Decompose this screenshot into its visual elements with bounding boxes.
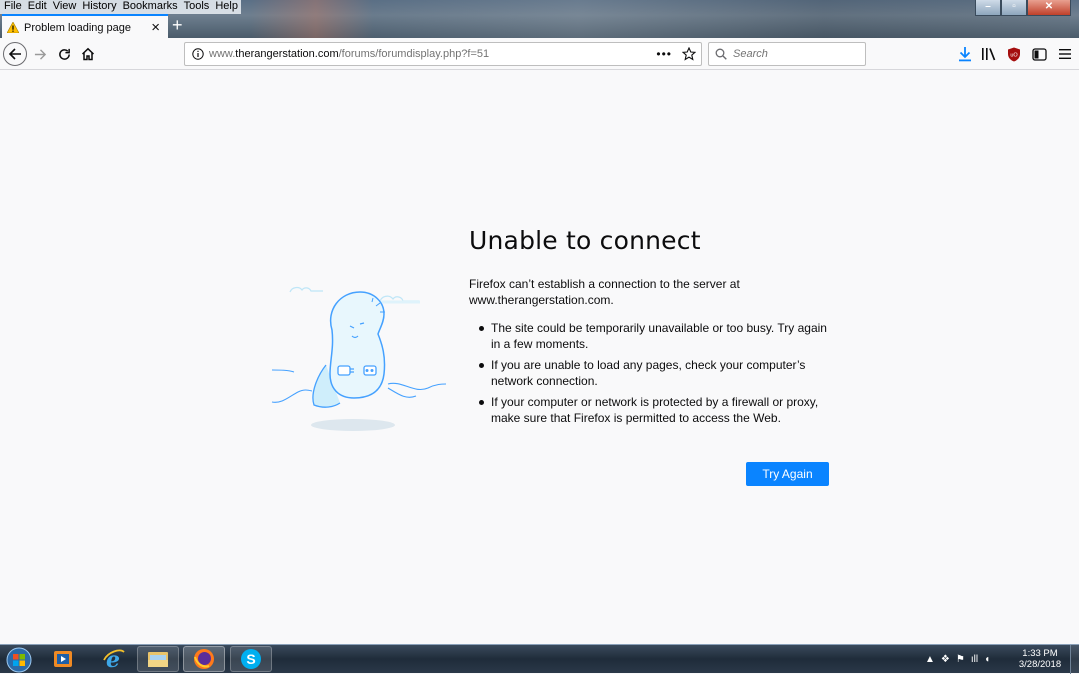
back-arrow-icon: [8, 48, 21, 60]
url-host-prefix: www.: [209, 48, 236, 60]
svg-text:uO: uO: [1010, 52, 1018, 58]
sidebar-icon: [1031, 47, 1047, 61]
system-tray: ▲ ❖ ⚑ ıll ◖: [925, 645, 990, 674]
media-player-icon: [54, 651, 72, 667]
firefox-icon: [194, 649, 214, 669]
navigation-toolbar: www.therangerstation.com/forums/forumdis…: [0, 38, 1079, 70]
taskbar-internet-explorer[interactable]: e: [93, 646, 135, 672]
windows-start-orb-icon: [6, 647, 32, 672]
taskbar-file-explorer[interactable]: [137, 646, 179, 672]
ublock-extension-button[interactable]: uO: [1005, 45, 1023, 63]
menu-file[interactable]: File: [0, 0, 25, 14]
action-center-flag-icon[interactable]: ⚑: [956, 654, 965, 665]
folder-icon: [148, 652, 168, 667]
maximize-button[interactable]: ▫: [1001, 0, 1027, 16]
new-tab-button[interactable]: +: [172, 15, 183, 35]
search-icon: [715, 48, 727, 60]
minimize-icon: –: [985, 1, 991, 12]
search-bar[interactable]: [708, 42, 866, 66]
warning-icon: [7, 22, 19, 33]
sidebar-toggle-button[interactable]: [1030, 45, 1048, 63]
shield-icon: uO: [1008, 47, 1020, 61]
disconnected-creature-illustration: [271, 286, 447, 431]
taskbar-skype[interactable]: S: [230, 646, 272, 672]
clock-time: 1:33 PM: [1022, 648, 1058, 659]
home-button[interactable]: [79, 42, 97, 66]
forward-button[interactable]: [31, 42, 49, 66]
window-controls: – ▫ ✕: [975, 0, 1071, 16]
menu-history[interactable]: History: [79, 0, 120, 14]
library-button[interactable]: [980, 45, 998, 63]
tab-title: Problem loading page: [24, 21, 132, 34]
menu-bar: File Edit View History Bookmarks Tools H…: [0, 0, 241, 14]
close-window-button[interactable]: ✕: [1027, 0, 1071, 16]
forward-arrow-icon: [34, 48, 46, 60]
list-item: If you are unable to load any pages, che…: [478, 357, 834, 389]
taskbar-firefox[interactable]: [183, 646, 225, 672]
svg-text:S: S: [246, 651, 255, 667]
show-hidden-icons-icon[interactable]: ▲: [925, 654, 935, 665]
url-bar[interactable]: www.therangerstation.com/forums/forumdis…: [184, 42, 702, 66]
back-button[interactable]: [3, 42, 27, 66]
dropbox-icon[interactable]: ❖: [941, 654, 950, 665]
close-icon: ✕: [1044, 1, 1054, 12]
network-signal-icon[interactable]: ıll: [971, 654, 978, 665]
show-desktop-button[interactable]: [1070, 645, 1079, 674]
volume-icon[interactable]: ◖: [984, 654, 990, 665]
hamburger-icon: [1059, 49, 1071, 59]
start-button[interactable]: [4, 645, 34, 674]
error-suggestions-list: The site could be temporarily unavailabl…: [478, 320, 834, 431]
clock-date: 3/28/2018: [1018, 659, 1062, 670]
internet-explorer-icon: e: [103, 648, 125, 670]
list-item: If your computer or network is protected…: [478, 394, 834, 426]
menu-bookmarks[interactable]: Bookmarks: [119, 0, 181, 14]
info-icon[interactable]: [187, 48, 209, 60]
download-icon: [959, 47, 971, 62]
error-description: Firefox can’t establish a connection to …: [469, 277, 740, 307]
restore-icon: ▫: [1012, 1, 1016, 12]
home-icon: [81, 47, 95, 61]
error-title: Unable to connect: [469, 226, 701, 255]
minimize-button[interactable]: –: [975, 0, 1001, 16]
search-input[interactable]: [733, 48, 853, 60]
menu-view[interactable]: View: [49, 0, 80, 14]
page-actions-button[interactable]: •••: [656, 47, 672, 61]
taskbar-clock[interactable]: 1:33 PM 3/28/2018: [1012, 648, 1068, 670]
try-again-button[interactable]: Try Again: [746, 462, 829, 486]
url-text[interactable]: www.therangerstation.com/forums/forumdis…: [209, 48, 656, 60]
menu-edit[interactable]: Edit: [24, 0, 50, 14]
skype-icon: S: [241, 649, 261, 669]
url-host: therangerstation.com: [235, 48, 339, 60]
bookmark-star-icon[interactable]: [682, 47, 696, 61]
reload-button[interactable]: [55, 42, 73, 66]
hamburger-menu-button[interactable]: [1056, 45, 1074, 63]
menu-help[interactable]: Help: [212, 0, 241, 14]
windows-taskbar: e S ▲ ❖ ⚑ ıll ◖ 1:33 PM 3/28/2018: [0, 644, 1079, 674]
tab-problem-loading[interactable]: Problem loading page ×: [2, 14, 168, 39]
library-icon: [982, 48, 996, 61]
url-path: /forums/forumdisplay.php?f=51: [338, 48, 490, 60]
menu-tools[interactable]: Tools: [180, 0, 213, 14]
tab-close-button[interactable]: ×: [151, 20, 160, 35]
taskbar-media-player[interactable]: [42, 646, 84, 672]
downloads-button[interactable]: [956, 45, 974, 63]
error-page: Unable to connect Firefox can’t establis…: [0, 70, 1079, 644]
list-item: The site could be temporarily unavailabl…: [478, 320, 834, 352]
reload-icon: [58, 48, 70, 60]
